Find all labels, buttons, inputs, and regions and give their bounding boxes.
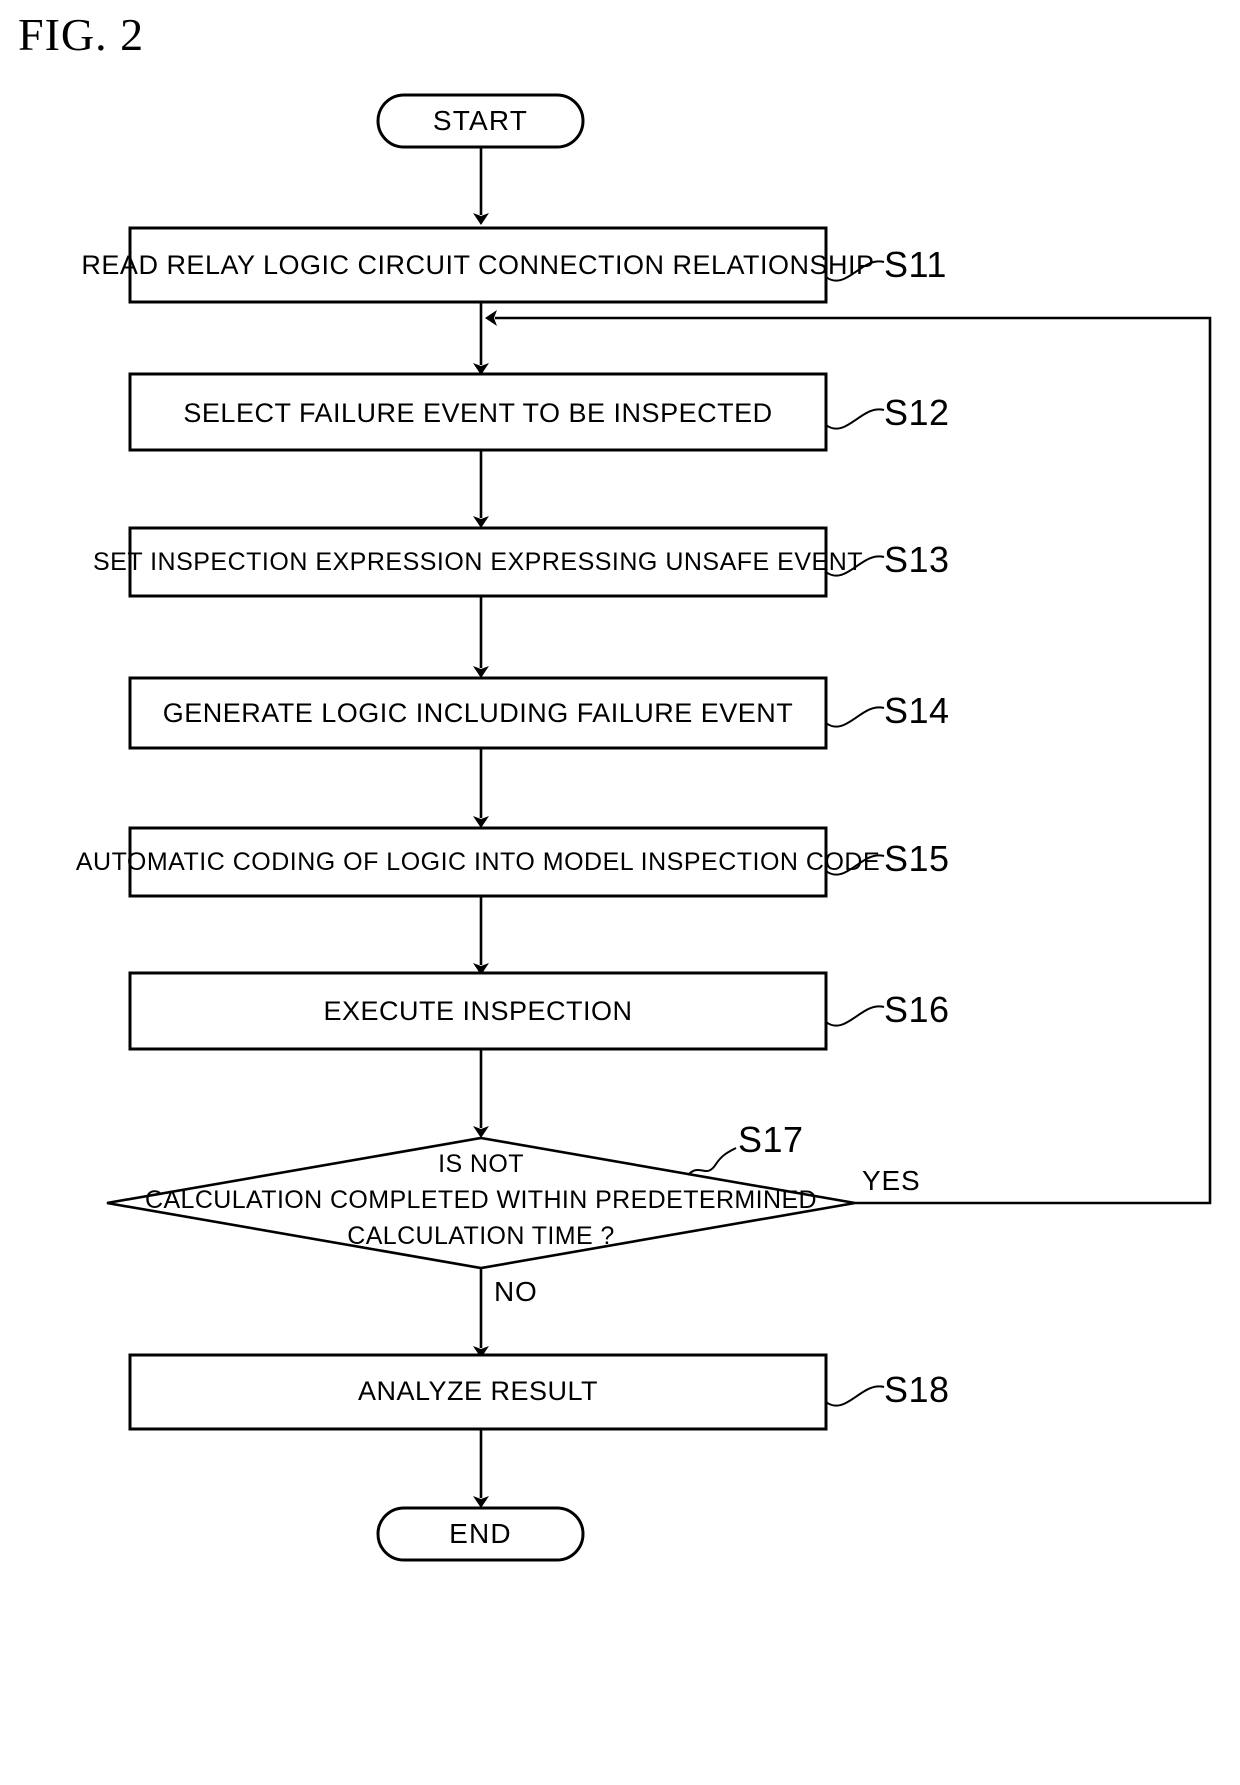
- end-terminal: END: [376, 1506, 585, 1562]
- process-box-s13: SET INSPECTION EXPRESSION EXPRESSING UNS…: [93, 526, 863, 598]
- process-box-s16: EXECUTE INSPECTION: [128, 971, 828, 1051]
- process-box-s11-label: READ RELAY LOGIC CIRCUIT CONNECTION RELA…: [81, 250, 874, 280]
- process-box-s12-label: SELECT FAILURE EVENT TO BE INSPECTED: [183, 398, 772, 428]
- leader-line-s14: [825, 706, 885, 728]
- step-label-s18: S18: [884, 1369, 950, 1410]
- process-box-s12: SELECT FAILURE EVENT TO BE INSPECTED: [128, 372, 828, 452]
- start-terminal: START: [376, 93, 585, 149]
- step-label-s15: S15: [884, 838, 950, 879]
- yes-branch-label: YES: [862, 1165, 920, 1196]
- process-box-s11: READ RELAY LOGIC CIRCUIT CONNECTION RELA…: [81, 226, 874, 304]
- start-terminal-label: START: [433, 105, 528, 136]
- decision-line-1: IS NOT: [438, 1150, 524, 1178]
- leader-line-s18: [825, 1385, 885, 1407]
- process-box-s18: ANALYZE RESULT: [128, 1353, 828, 1431]
- step-label-s12: S12: [884, 392, 950, 433]
- process-box-s13-label: SET INSPECTION EXPRESSION EXPRESSING UNS…: [93, 548, 863, 576]
- process-box-s14-label: GENERATE LOGIC INCLUDING FAILURE EVENT: [163, 698, 794, 728]
- no-branch-label: NO: [494, 1276, 538, 1307]
- step-label-s16: S16: [884, 989, 950, 1030]
- process-box-s16-label: EXECUTE INSPECTION: [323, 996, 632, 1026]
- end-terminal-label: END: [449, 1518, 512, 1549]
- process-box-s15: AUTOMATIC CODING OF LOGIC INTO MODEL INS…: [76, 826, 880, 898]
- process-box-s14: GENERATE LOGIC INCLUDING FAILURE EVENT: [128, 676, 828, 750]
- leader-line-s17: [687, 1147, 737, 1176]
- step-label-s17: S17: [738, 1119, 804, 1160]
- decision-line-2: CALCULATION COMPLETED WITHIN PREDETERMIN…: [145, 1186, 817, 1214]
- step-label-s11: S11: [884, 244, 947, 285]
- leader-line-s12: [825, 408, 885, 430]
- step-label-s14: S14: [884, 690, 950, 731]
- decision-line-3: CALCULATION TIME ?: [347, 1222, 614, 1250]
- step-label-s13: S13: [884, 539, 950, 580]
- leader-line-s16: [825, 1005, 885, 1027]
- process-box-s18-label: ANALYZE RESULT: [358, 1376, 598, 1406]
- process-box-s15-label: AUTOMATIC CODING OF LOGIC INTO MODEL INS…: [76, 848, 880, 876]
- flowchart-diagram: START READ RELAY LOGIC CIRCUIT CONNECTIO…: [76, 93, 1212, 1562]
